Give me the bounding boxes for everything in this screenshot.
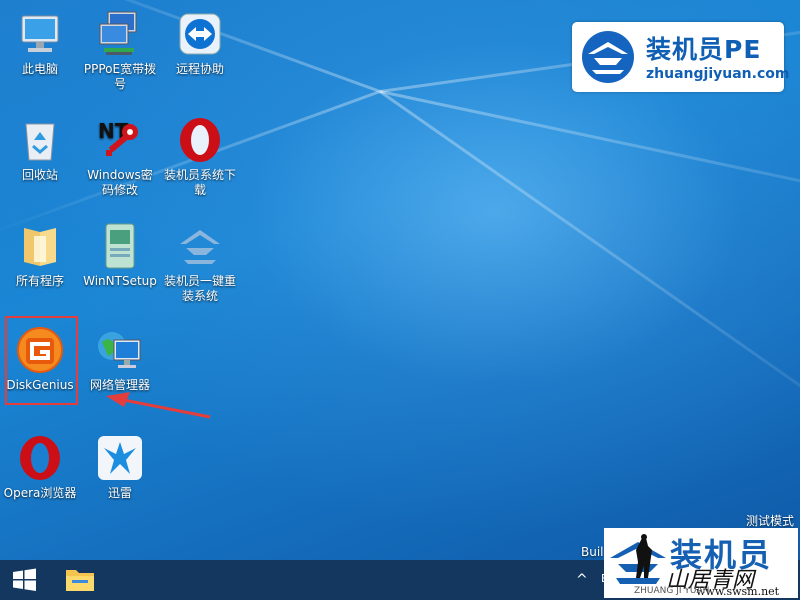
desktop-icon-label: 所有程序 (15, 274, 64, 288)
setup-disk-icon (96, 222, 144, 270)
highlight-box (5, 316, 78, 405)
desktop-icon-all-programs[interactable]: 所有程序 (0, 216, 80, 289)
network-dialer-icon (96, 10, 144, 58)
wallpaper-ray (379, 90, 800, 239)
desktop-icon-label: 远程协助 (175, 62, 224, 76)
build-label: Buil (581, 545, 604, 559)
recycle-bin-icon (16, 116, 64, 164)
watermark: 装机员 山居青网 www.swsm.net ZHUANG JI YUAN (604, 528, 798, 598)
remote-assist-icon (176, 10, 224, 58)
brand-logo: 装机员PE zhuangjiyuan.com (572, 22, 789, 92)
computer-icon (16, 10, 64, 58)
desktop-icon-reinstall[interactable]: 装机员一键重装系统 (160, 216, 240, 304)
desktop-icon-opera[interactable]: Opera浏览器 (0, 428, 80, 501)
zhuangjiyuan-logo-icon (582, 31, 634, 83)
desktop-icon-label: 迅雷 (107, 486, 132, 500)
start-button[interactable] (0, 560, 48, 600)
desktop-icon-label: 装机员系统下载 (163, 168, 236, 197)
file-explorer-button[interactable] (56, 560, 104, 600)
desktop-icon-recycle-bin[interactable]: 回收站 (0, 110, 80, 183)
desktop-icon-label: 此电脑 (21, 62, 58, 76)
watermark-subtitle: ZHUANG JI YUAN (634, 586, 710, 596)
desktop-icon-label: WinNTSetup (83, 274, 157, 288)
desktop-icon-windows-password[interactable]: NT Windows密码修改 (80, 110, 160, 198)
desktop-icon-pppoe[interactable]: PPPoE宽带拨号 (80, 4, 160, 92)
desktop-icon-label: 回收站 (21, 168, 58, 182)
desktop-icon-label: Opera浏览器 (3, 486, 77, 500)
desktop-icon-this-pc[interactable]: 此电脑 (0, 4, 80, 77)
wallpaper-ray (379, 90, 800, 495)
desktop-icon-label: PPPoE宽带拨号 (83, 62, 157, 91)
zhuangjiyuan-logo-icon (176, 222, 224, 270)
pointer-arrow-annotation (106, 392, 211, 419)
windows-logo-icon (13, 568, 36, 591)
desktop-icon-label: 装机员一键重装系统 (163, 274, 236, 303)
folder-icon (16, 222, 64, 270)
desktop-icon-xunlei[interactable]: 迅雷 (80, 428, 160, 501)
test-mode-label: 测试模式 (745, 514, 794, 528)
opera-icon (176, 116, 224, 164)
desktop: 此电脑 PPPoE宽带拨号 远程协助 回收站 NT Windows密码修改 装机… (0, 0, 800, 560)
watermark-logo-icon (610, 534, 666, 584)
desktop-icon-network-manager[interactable]: 网络管理器 (80, 320, 160, 393)
desktop-icon-teamviewer[interactable]: 远程协助 (160, 4, 240, 77)
logo-title: 装机员PE (646, 35, 762, 64)
desktop-icon-label: Windows密码修改 (87, 168, 153, 197)
xunlei-bird-icon (96, 434, 144, 482)
network-globe-icon (96, 326, 144, 374)
logo-url: zhuangjiyuan.com (646, 66, 790, 82)
desktop-icon-winntsetup[interactable]: WinNTSetup (80, 216, 160, 289)
opera-icon (16, 434, 64, 482)
key-icon: NT (96, 116, 144, 164)
tray-overflow-icon[interactable]: ^ (576, 572, 588, 588)
desktop-icon-download[interactable]: 装机员系统下载 (160, 110, 240, 198)
folder-icon (66, 570, 94, 591)
